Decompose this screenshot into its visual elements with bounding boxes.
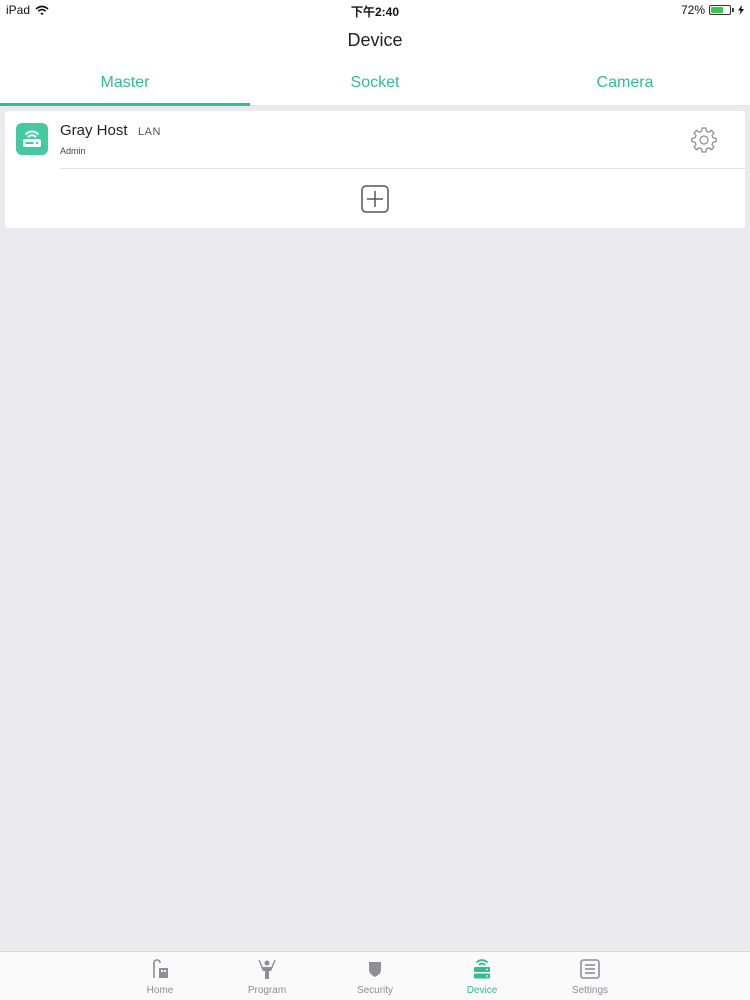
status-bar: iPad 下午2:40 72% [0,0,750,20]
tab-label: Camera [596,74,654,91]
device-list-card: Gray Host LAN Admin [5,111,745,228]
tabbar-item-program[interactable]: Program [232,957,302,999]
tabbar-label: Home [146,985,174,996]
device-name: Gray Host [60,122,128,139]
tabbar-item-settings[interactable]: Settings [555,957,625,999]
device-icon [474,959,490,979]
tab-socket[interactable]: Socket [250,64,500,105]
tab-master[interactable]: Master [0,64,250,106]
battery-percent: 72% [680,3,705,17]
connection-type: LAN [138,126,161,138]
router-icon [16,123,48,155]
tabbar-label: Security [356,985,394,996]
tab-label: Socket [350,74,400,91]
battery-fill [711,7,724,13]
battery-cap [732,8,734,12]
list-item[interactable]: Gray Host LAN Admin [5,111,745,168]
tabbar-item-device[interactable]: Device [447,957,517,999]
user-role: Admin [60,146,86,156]
tabbar-item-security[interactable]: Security [340,957,410,999]
home-icon [153,959,168,978]
tab-label: Master [100,74,150,91]
add-square-icon[interactable] [361,185,389,213]
status-right: 72% [681,3,744,17]
tabbar-item-home[interactable]: Home [125,957,195,999]
tab-camera[interactable]: Camera [500,64,750,105]
settings-icon [580,959,600,979]
tabbar-label: Device [466,985,498,996]
shield-icon [369,962,381,977]
bottom-tab-bar: Home Program Security Device Settings [0,951,750,1000]
device-type-tabs: Master Socket Camera [0,64,750,106]
tabbar-label: Program [247,985,287,996]
device-screen: iPad 下午2:40 72% Device Master Socket Cam… [0,0,750,1000]
program-icon [258,959,276,979]
divider [60,168,745,169]
page-title: Device [347,30,403,50]
tabbar-label: Settings [571,985,609,996]
status-time: 下午2:40 [350,5,400,19]
gear-icon[interactable] [691,127,717,153]
nav-bar: Device [0,20,750,64]
charging-bolt-icon [738,5,744,15]
battery-icon [709,5,731,15]
